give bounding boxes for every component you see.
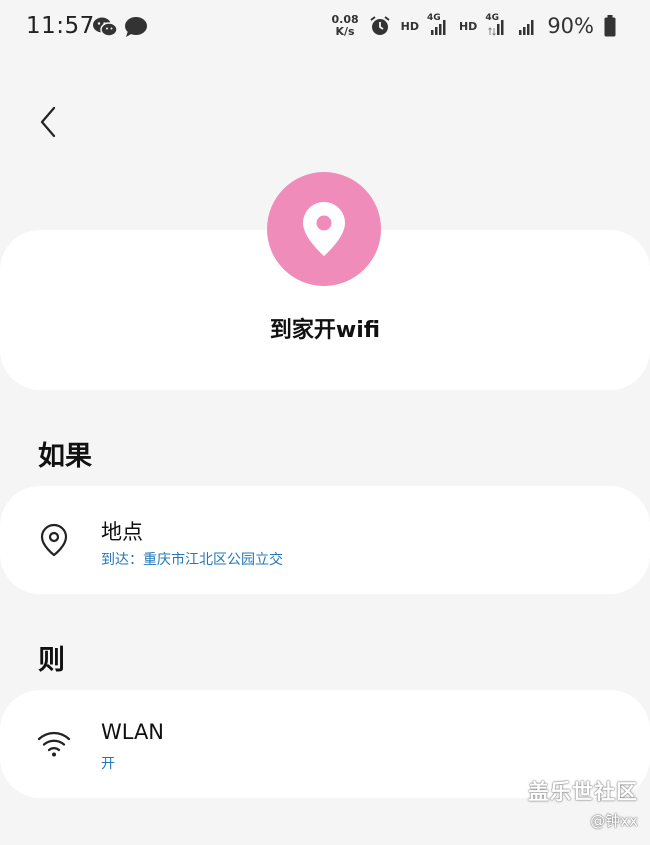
network-type: 4G <box>485 13 499 23</box>
status-bar: 11:57 0.08 K/s HD 4G HD 4G 90% <box>0 0 650 56</box>
network-speed-unit: K/s <box>335 25 355 38</box>
signal-icon: 4G <box>426 13 449 36</box>
then-heading: 则 <box>38 645 65 676</box>
watermark-sub: @钟xx <box>590 812 638 830</box>
action-title: WLAN <box>101 720 165 744</box>
watermark: 盖乐世社区 @钟xx <box>528 776 638 831</box>
message-icon <box>125 17 147 37</box>
battery-percentage: 90% <box>547 14 594 38</box>
action-icon <box>34 724 74 764</box>
wifi-icon <box>37 731 71 757</box>
battery-icon <box>604 15 616 37</box>
hd-label: HD <box>400 19 419 33</box>
if-heading: 如果 <box>38 441 92 472</box>
signal-icon <box>519 20 534 35</box>
condition-icon <box>34 520 74 560</box>
network-speed: 0.08 K/s <box>331 14 358 38</box>
status-right-icons: 0.08 K/s HD 4G HD 4G 90% <box>331 13 616 38</box>
back-button[interactable] <box>28 100 68 144</box>
routine-title[interactable]: 到家开wifi <box>0 312 650 344</box>
action-subtitle: 开 <box>101 756 115 772</box>
wechat-icon <box>93 17 118 37</box>
chevron-left-icon <box>40 106 56 138</box>
condition-card-location[interactable]: 地点 到达：重庆市江北区公园立交 <box>0 486 650 594</box>
condition-subtitle: 到达：重庆市江北区公园立交 <box>101 552 283 568</box>
condition-title: 地点 <box>101 520 143 544</box>
location-pin-icon <box>40 523 68 557</box>
location-pin-icon <box>303 202 345 256</box>
routine-icon-badge[interactable] <box>267 172 381 286</box>
notification-icons <box>92 16 148 38</box>
signal-icon: 4G <box>485 13 507 36</box>
alarm-icon <box>370 16 390 35</box>
network-type: 4G <box>426 13 441 23</box>
watermark-main: 盖乐世社区 <box>528 780 638 804</box>
status-time: 11:57 <box>26 13 95 39</box>
hd-label: HD <box>458 19 478 33</box>
